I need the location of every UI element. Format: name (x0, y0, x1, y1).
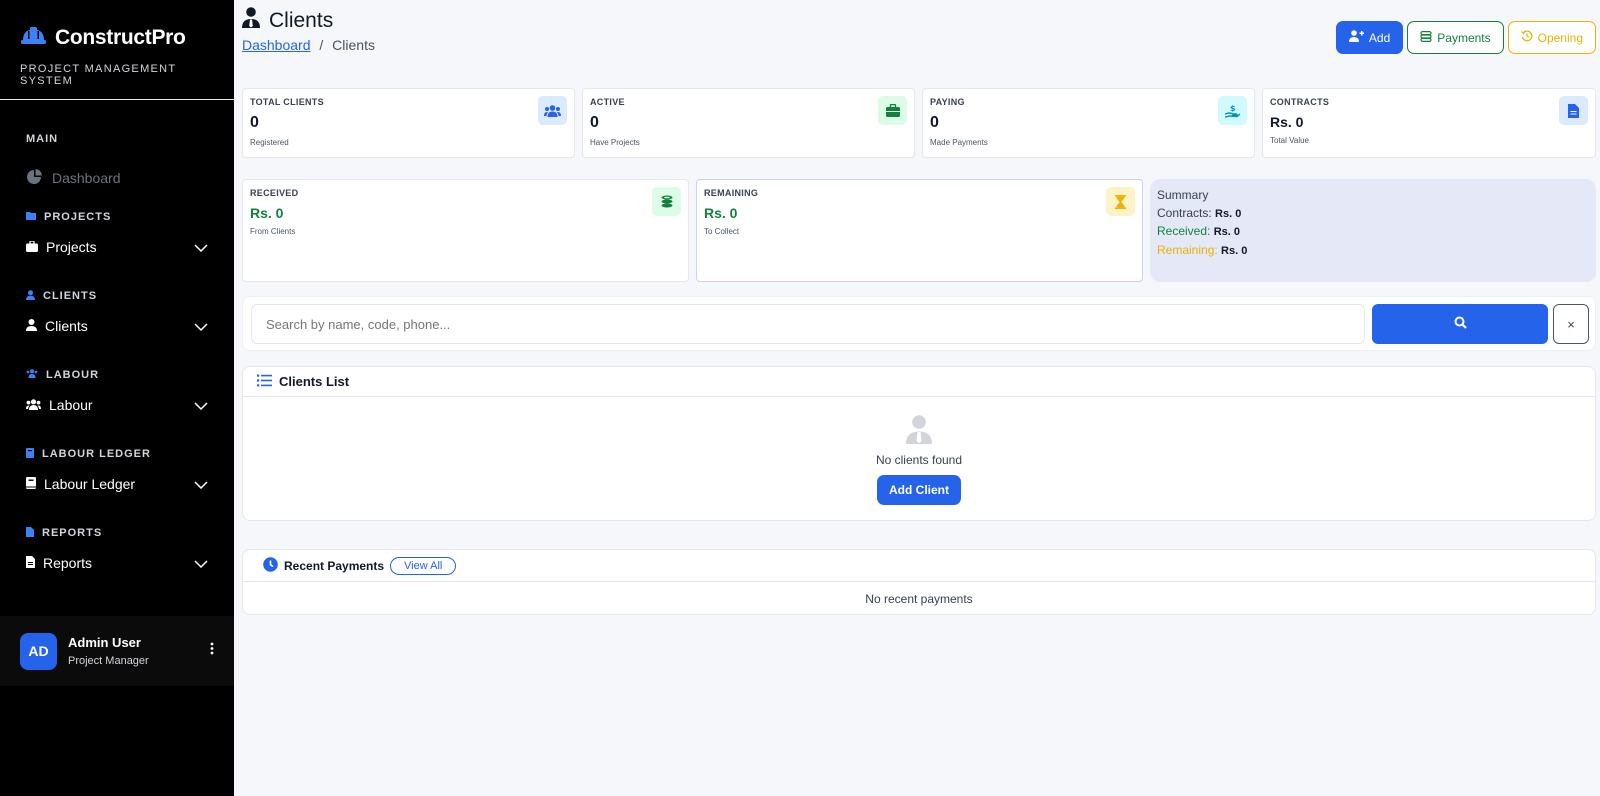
sidebar-item-labour-ledger[interactable]: Labour Ledger (0, 465, 234, 503)
folder-icon (26, 211, 36, 223)
user-tie-icon (242, 7, 260, 34)
money-bill-icon (652, 187, 681, 216)
chevron-down-icon[interactable] (194, 476, 208, 492)
file-contract-icon (1559, 96, 1588, 125)
sidebar-item-label: Clients (45, 318, 88, 334)
user-tie-icon (906, 415, 932, 448)
file-icon (26, 526, 34, 540)
breadcrumb-current: Clients (332, 37, 375, 53)
nav-section-main: MAIN (26, 133, 59, 145)
hard-hat-icon (20, 24, 47, 51)
file-alt-icon (26, 555, 35, 571)
sidebar-item-label: Labour (49, 397, 93, 413)
recent-payments-card: Recent Payments View All No recent payme… (242, 549, 1596, 615)
hand-holding-dollar-icon: $ (1218, 96, 1247, 125)
breadcrumb-dashboard-link[interactable]: Dashboard (242, 37, 311, 53)
user-icon (26, 289, 35, 303)
search-button[interactable] (1372, 304, 1548, 344)
sidebar-item-label: Labour Ledger (44, 476, 136, 492)
clients-empty-text: No clients found (875, 453, 963, 467)
view-all-payments-button[interactable]: View All (390, 556, 457, 575)
hourglass-icon (1106, 187, 1135, 216)
clients-list-card: Clients List No clients found Add Client (242, 366, 1596, 521)
page-title: Clients (242, 7, 333, 34)
stat-card-active: ACTIVE 0 Have Projects (582, 88, 915, 158)
sidebar-item-dashboard[interactable]: Dashboard (0, 150, 234, 206)
search-icon (1454, 316, 1467, 332)
users-icon (26, 397, 41, 413)
sidebar-item-projects[interactable]: Projects (0, 228, 234, 266)
user-name: Admin User (68, 635, 141, 650)
list-icon (257, 374, 272, 390)
user-role: Project Manager (68, 655, 149, 667)
history-icon (1520, 30, 1533, 45)
summary-title: Summary (1157, 188, 1209, 202)
nav-section-reports: REPORTS (0, 522, 234, 544)
book-icon (26, 447, 34, 461)
summary-contracts: Contracts: Rs. 0 (1157, 205, 1242, 220)
main-content: Clients Dashboard / Clients Add Payments… (242, 0, 1596, 796)
payments-empty-text: No recent payments (865, 592, 973, 606)
stat-card-total-clients: TOTAL CLIENTS 0 Registered (242, 88, 575, 158)
close-icon: × (1567, 316, 1575, 332)
top-actions: Add Payments Opening (1335, 21, 1596, 54)
stat-card-contracts: CONTRACTS Rs. 0 Total Value (1262, 88, 1596, 158)
stat-card-received: RECEIVED Rs. 0 From Clients (242, 179, 689, 282)
sidebar-item-clients[interactable]: Clients (0, 307, 234, 345)
clients-list-header: Clients List (243, 367, 1595, 397)
nav-section-labour: LABOUR (0, 364, 234, 386)
users-icon (26, 369, 38, 381)
more-vertical-icon[interactable] (210, 642, 214, 660)
breadcrumb: Dashboard / Clients (242, 37, 375, 53)
sidebar-item-reports[interactable]: Reports (0, 544, 234, 582)
summary-received: Received: Rs. 0 (1157, 224, 1241, 238)
summary-remaining: Remaining: Rs. 0 (1157, 242, 1248, 257)
add-client-button[interactable]: Add Client (877, 475, 961, 505)
stat-card-remaining: REMAINING Rs. 0 To Collect (696, 179, 1143, 282)
search-input[interactable] (251, 304, 1365, 344)
clients-empty-state: No clients found Add Client (243, 397, 1595, 505)
sidebar-item-label: Projects (46, 239, 97, 255)
stat-card-paying: PAYING 0 Made Payments $ (922, 88, 1255, 158)
user-tie-icon (26, 318, 37, 334)
users-icon (538, 96, 567, 125)
money-bill-icon (1420, 30, 1432, 45)
sidebar-item-label: Reports (43, 555, 93, 571)
nav-section-projects: PROJECTS (0, 206, 234, 228)
sidebar-nav: MAIN Dashboard PROJECTS Projects CLIENTS… (0, 100, 234, 582)
user-panel: AD Admin User Project Manager (0, 616, 234, 686)
chevron-down-icon[interactable] (194, 397, 208, 413)
summary-panel: Summary Contracts: Rs. 0 Received: Rs. 0… (1150, 179, 1596, 282)
briefcase-icon (878, 96, 907, 125)
sidebar-item-labour[interactable]: Labour (0, 386, 234, 424)
brand-subtitle: PROJECT MANAGEMENT SYSTEM (20, 63, 177, 87)
add-button[interactable]: Add (1335, 21, 1404, 54)
sidebar-item-label: Dashboard (52, 170, 121, 186)
nav-section-ledger: LABOUR LEDGER (0, 443, 234, 465)
svg-text:$: $ (1230, 104, 1236, 113)
brand: ConstructPro PROJECT MANAGEMENT SYSTEM (0, 0, 234, 100)
opening-button[interactable]: Opening (1507, 21, 1596, 54)
breadcrumb-separator: / (319, 37, 324, 53)
clear-search-button[interactable]: × (1553, 304, 1589, 344)
pie-chart-icon (26, 168, 42, 188)
book-icon (26, 476, 36, 492)
search-bar: × (242, 296, 1596, 351)
chevron-down-icon[interactable] (194, 318, 208, 334)
avatar: AD (20, 632, 57, 670)
chevron-down-icon[interactable] (194, 239, 208, 255)
payments-button[interactable]: Payments (1407, 21, 1504, 54)
clock-icon (263, 556, 278, 575)
recent-payments-header: Recent Payments View All (243, 550, 1595, 582)
chevron-down-icon[interactable] (194, 555, 208, 571)
sidebar: ConstructPro PROJECT MANAGEMENT SYSTEM M… (0, 0, 234, 796)
user-plus-icon (1348, 30, 1364, 45)
brand-title: ConstructPro (55, 25, 186, 49)
briefcase-icon (26, 239, 38, 255)
nav-section-clients: CLIENTS (0, 285, 234, 307)
